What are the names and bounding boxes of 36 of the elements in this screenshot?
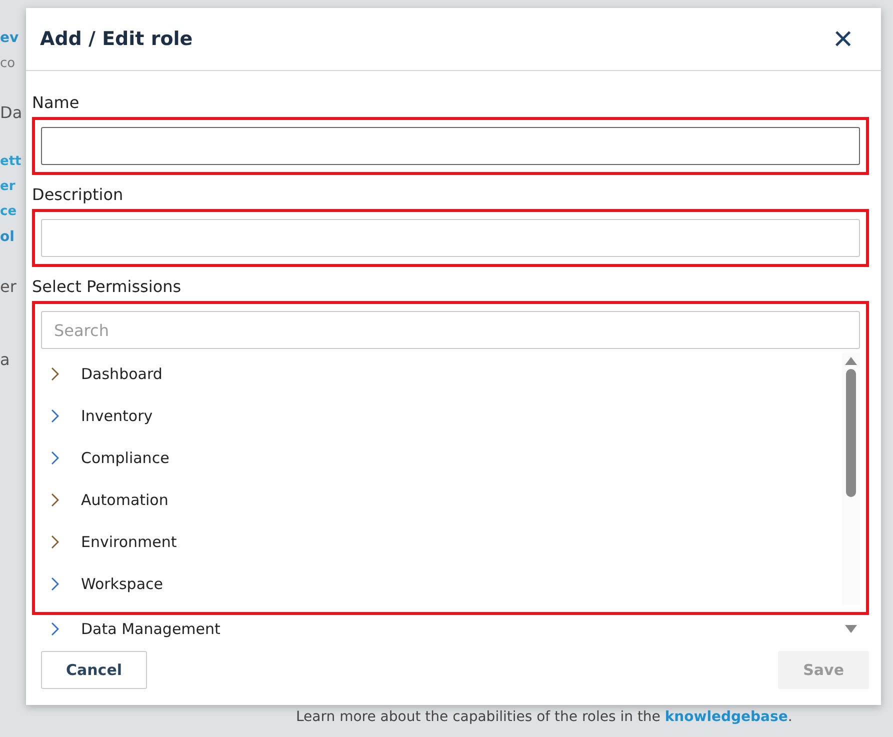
chevron-icon[interactable]: [51, 367, 59, 381]
scrollbar[interactable]: [842, 353, 860, 605]
text-field[interactable]: [41, 219, 860, 257]
background-text: ce: [0, 204, 18, 219]
footer-text: Learn more about the capabilities of the roles in the knowledgebase.: [296, 709, 794, 725]
close-button[interactable]: ×: [829, 22, 857, 56]
background-text: a: [0, 350, 11, 369]
background-text: ev: [0, 30, 20, 46]
tree-item[interactable]: Compliance: [41, 437, 842, 479]
background-text: er: [0, 179, 16, 194]
background-text: Da: [0, 103, 24, 122]
tree-item[interactable]: Inventory: [41, 395, 842, 437]
tree-item[interactable]: Workspace: [41, 563, 842, 605]
chevron-icon[interactable]: [51, 577, 59, 591]
tree-item[interactable]: Data Management: [41, 615, 845, 643]
chevron-icon[interactable]: [51, 409, 59, 423]
background-text: ett: [0, 154, 22, 169]
chevron-icon[interactable]: [51, 493, 59, 507]
chevron-icon[interactable]: [51, 622, 59, 636]
chevron-icon[interactable]: [51, 451, 59, 465]
tree-item[interactable]: Environment: [41, 521, 842, 563]
chevron-icon[interactable]: [51, 535, 59, 549]
text-field[interactable]: [41, 127, 860, 165]
field-label: Name: [32, 93, 80, 112]
background-text: er: [0, 277, 18, 296]
background-text: co: [0, 56, 16, 71]
tree-item[interactable]: Automation: [41, 479, 842, 521]
cancel-button[interactable]: Cancel: [41, 651, 148, 689]
search-field[interactable]: Search: [41, 311, 860, 349]
background-text: ol: [0, 229, 16, 245]
scroll-down-icon[interactable]: [845, 625, 857, 633]
dialog-title: Add / Edit role: [40, 28, 193, 50]
field-label: Select Permissions: [32, 277, 182, 296]
field-label: Description: [32, 185, 124, 204]
scroll-up-icon[interactable]: [845, 357, 857, 365]
tree-item[interactable]: Dashboard: [41, 353, 842, 395]
